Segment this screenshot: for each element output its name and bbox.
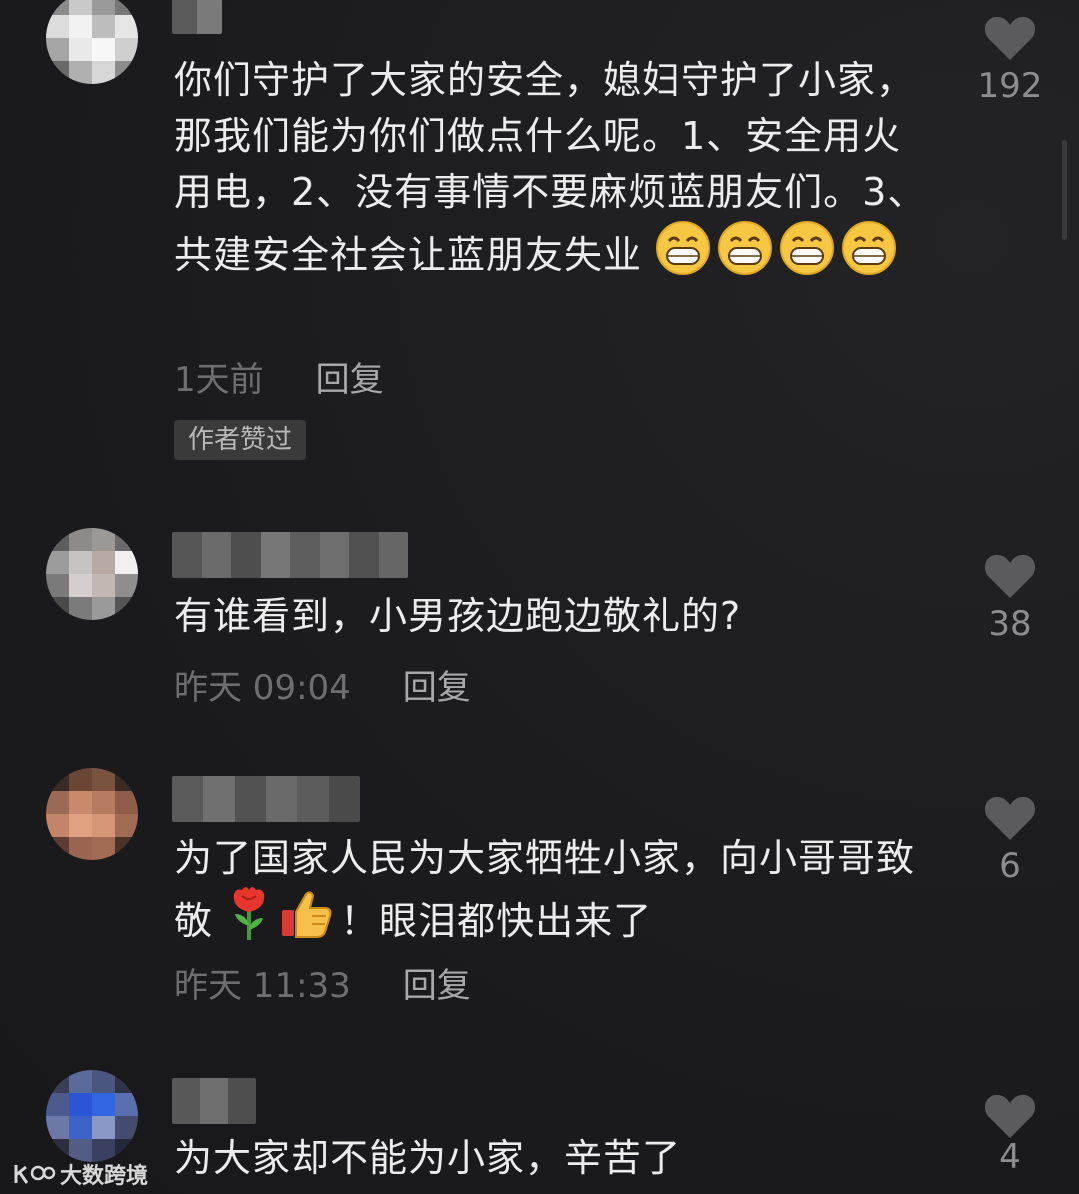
watermark-logo-icon [14,1165,56,1184]
grinning-face-emoji [779,220,835,291]
avatar[interactable] [46,1070,138,1162]
like-count: 192 [977,66,1043,106]
like-button[interactable]: 38 [968,552,1052,644]
comment-meta: 昨天 09:04 回复 [174,660,471,709]
comment-text: 为大家却不能为小家，辛苦了 [174,1136,682,1180]
scrollbar[interactable] [1062,140,1067,240]
timestamp: 昨天 09:04 [174,668,351,708]
rose-emoji [226,886,272,957]
username[interactable] [172,776,360,822]
timestamp: 昨天 11:33 [174,966,351,1006]
comment-text: 有谁看到，小男孩边跑边敬礼的? [174,594,742,638]
comment-text: 你们守护了大家的安全，媳妇守护了小家，那我们能为你们做点什么呢。1、安全用火用电… [174,52,934,291]
thumbs-up-emoji [278,886,334,957]
like-count: 6 [999,846,1021,886]
heart-icon [984,796,1036,840]
comment-text: 为了国家人民为大家牺牲小家，向小哥哥致敬 ！眼泪都快出来了 [174,830,934,957]
like-count: 4 [999,1137,1021,1177]
like-button[interactable]: 192 [968,14,1052,106]
comment-meta: 昨天 11:33 回复 [174,958,471,1007]
watermark: 大数跨境 [12,1158,148,1190]
grinning-face-emoji [717,220,773,291]
watermark-text: 大数跨境 [60,1164,149,1189]
comment-panel: 你们守护了大家的安全，媳妇守护了小家，那我们能为你们做点什么呢。1、安全用火用电… [0,0,1079,1194]
author-liked-badge: 作者赞过 [174,420,307,460]
heart-icon [984,1094,1036,1138]
reply-button[interactable]: 回复 [403,660,471,709]
reply-button[interactable]: 回复 [403,958,471,1007]
reply-button[interactable]: 回复 [316,352,384,401]
avatar[interactable] [46,0,138,84]
like-button[interactable]: 6 [968,794,1052,886]
username[interactable] [172,532,408,578]
username[interactable] [172,0,222,34]
username[interactable] [172,1078,256,1124]
avatar[interactable] [46,768,138,860]
grinning-face-emoji [841,220,897,291]
grinning-face-emoji [655,220,711,291]
avatar[interactable] [46,528,138,620]
timestamp: 1天前 [174,360,264,400]
heart-icon [984,554,1036,598]
like-button[interactable]: 4 [968,1092,1052,1174]
like-count: 38 [988,604,1032,644]
heart-icon [984,16,1036,60]
comment-meta: 1天前 回复 [174,352,384,401]
